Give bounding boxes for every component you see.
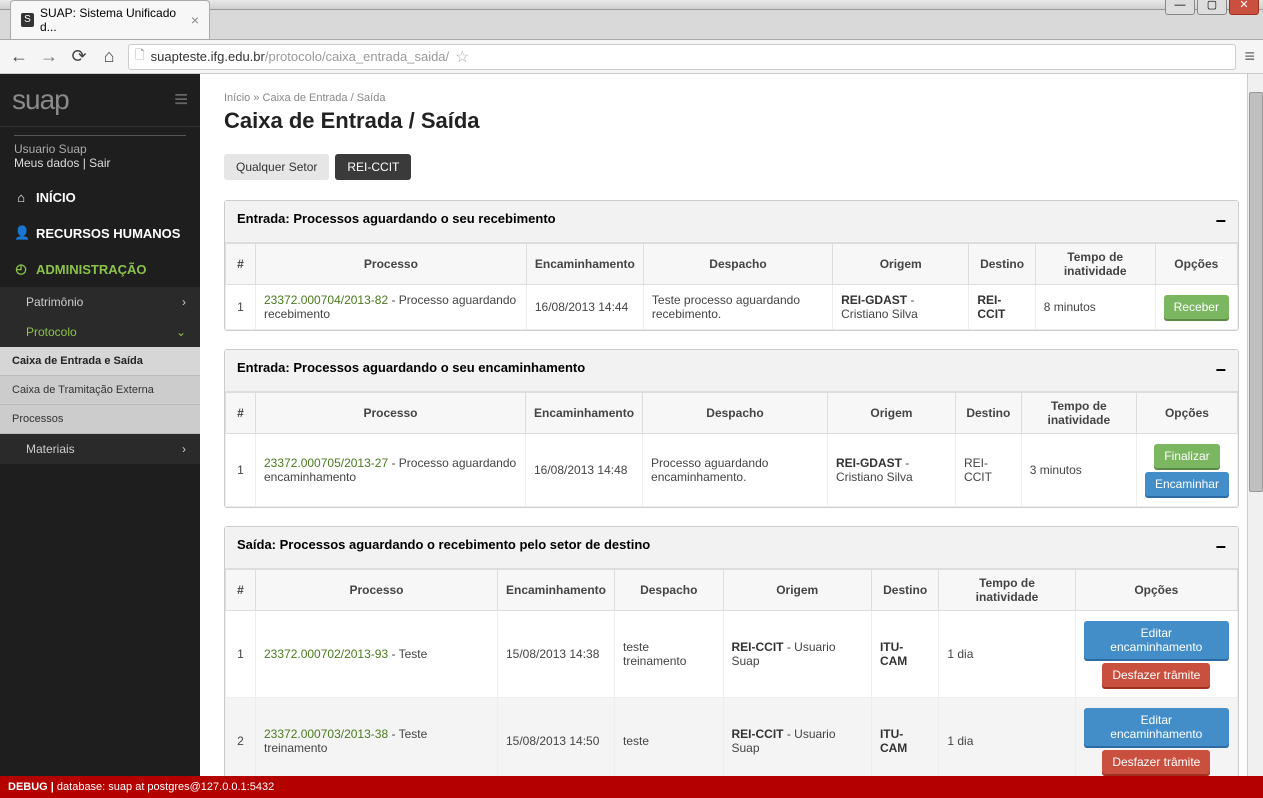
breadcrumb: Início » Caixa de Entrada / Saída [224,92,1239,104]
window-maximize-button[interactable]: ▢ [1197,0,1227,15]
processo-link[interactable]: 23372.000705/2013-27 [264,456,388,470]
page-title: Caixa de Entrada / Saída [224,108,1239,134]
tab-close-icon[interactable]: × [191,12,199,28]
subnav-protocolo[interactable]: Protocolo ⌄ [0,317,200,347]
nav-administracao[interactable]: ◴ ADMINISTRAÇÃO [0,251,200,287]
chevron-right-icon: › [182,442,186,456]
filter-rei-ccit[interactable]: REI-CCIT [335,154,411,180]
cell-encaminhamento: 16/08/2013 14:44 [526,285,643,330]
browser-tab[interactable]: S SUAP: Sistema Unificado d... × [10,0,210,39]
cell-despacho: Teste processo aguardando recebimento. [643,285,832,330]
page-icon: 🗋 [135,46,145,67]
url-bar[interactable]: 🗋 suapteste.ifg.edu.br/protocolo/caixa_e… [128,44,1236,70]
panel-collapse-icon[interactable]: − [1215,211,1226,232]
clock-icon: ◴ [14,261,28,277]
nav-recursos-humanos[interactable]: 👤 RECURSOS HUMANOS [0,215,200,251]
home-button[interactable]: ⌂ [98,46,120,67]
subnav-processos[interactable]: Processos [0,405,200,434]
meus-dados-link[interactable]: Meus dados [14,156,79,170]
panel-entrada-recebimento: Entrada: Processos aguardando o seu rece… [224,200,1239,331]
browser-tabstrip: S SUAP: Sistema Unificado d... × [0,10,1263,40]
col-despacho: Despacho [643,244,832,285]
user-icon: 👤 [14,225,28,241]
content-area: Início » Caixa de Entrada / Saída Caixa … [200,74,1263,776]
col-num: # [226,244,256,285]
panel-saida: Saída: Processos aguardando o recebiment… [224,526,1239,776]
finalizar-button[interactable]: Finalizar [1154,444,1219,468]
breadcrumb-current: Caixa de Entrada / Saída [263,92,386,104]
panel-entrada-encaminhamento: Entrada: Processos aguardando o seu enca… [224,349,1239,508]
panel-title: Saída: Processos aguardando o recebiment… [237,537,650,558]
window-close-button[interactable]: ✕ [1229,0,1259,15]
desfazer-tramite-button[interactable]: Desfazer trâmite [1102,750,1210,774]
user-box: Usuario Suap Meus dados | Sair [0,126,200,180]
home-icon: ⌂ [14,190,28,205]
user-name-label: Usuario Suap [14,142,186,156]
window-minimize-button[interactable]: — [1165,0,1195,15]
subnav-patrimonio[interactable]: Patrimônio › [0,287,200,317]
browser-toolbar: ← → ⟳ ⌂ 🗋 suapteste.ifg.edu.br/protocolo… [0,40,1263,74]
col-origem: Origem [833,244,969,285]
sair-link[interactable]: Sair [89,156,110,170]
table-row: 2 23372.000703/2013-38 - Teste treinamen… [226,698,1238,777]
panel-title: Entrada: Processos aguardando o seu rece… [237,211,556,232]
sidebar: suap ≡ Usuario Suap Meus dados | Sair ⌂ … [0,74,200,776]
col-encaminhamento: Encaminhamento [526,244,643,285]
table-row: 1 23372.000702/2013-93 - Teste 15/08/201… [226,611,1238,698]
editar-encaminhamento-button[interactable]: Editar encaminhamento [1084,621,1229,659]
app-logo: suap [12,84,69,116]
chevron-right-icon: › [182,295,186,309]
cell-tempo: 8 minutos [1035,285,1155,330]
scrollbar[interactable] [1247,74,1263,776]
chrome-menu-icon[interactable]: ≡ [1244,46,1255,67]
debug-bar: DEBUG | database: suap at postgres@127.0… [0,776,1263,798]
col-tempo: Tempo de inatividade [1035,244,1155,285]
col-destino: Destino [969,244,1035,285]
back-button[interactable]: ← [8,46,30,67]
subnav-materiais[interactable]: Materiais › [0,434,200,464]
col-opcoes: Opções [1155,244,1237,285]
processo-link[interactable]: 23372.000702/2013-93 [264,647,388,661]
breadcrumb-home-link[interactable]: Início [224,92,250,104]
scrollbar-thumb[interactable] [1249,92,1263,492]
bookmark-star-icon[interactable]: ☆ [455,47,469,67]
table-row: 1 23372.000704/2013-82 - Processo aguard… [226,285,1238,330]
cell-destino: REI-CCIT [977,293,1005,321]
subnav-caixa-entrada-saida[interactable]: Caixa de Entrada e Saída [0,347,200,376]
panel-title: Entrada: Processos aguardando o seu enca… [237,360,585,381]
editar-encaminhamento-button[interactable]: Editar encaminhamento [1084,708,1229,746]
receber-button[interactable]: Receber [1164,295,1229,319]
nav-inicio[interactable]: ⌂ INÍCIO [0,180,200,215]
panel-collapse-icon[interactable]: − [1215,360,1226,381]
url-text: suapteste.ifg.edu.br/protocolo/caixa_ent… [151,49,450,64]
desfazer-tramite-button[interactable]: Desfazer trâmite [1102,663,1210,687]
col-processo: Processo [256,244,527,285]
table-row: 1 23372.000705/2013-27 - Processo aguard… [226,434,1238,507]
subnav-tramitacao-externa[interactable]: Caixa de Tramitação Externa [0,376,200,405]
sidebar-toggle-icon[interactable]: ≡ [174,86,188,114]
filter-qualquer-setor[interactable]: Qualquer Setor [224,154,329,180]
tab-title: SUAP: Sistema Unificado d... [40,6,185,34]
encaminhar-button[interactable]: Encaminhar [1145,472,1229,496]
panel-collapse-icon[interactable]: − [1215,537,1226,558]
forward-button[interactable]: → [38,46,60,67]
favicon-icon: S [21,13,34,27]
row-number: 1 [226,285,256,330]
chevron-down-icon: ⌄ [176,325,186,339]
processo-link[interactable]: 23372.000704/2013-82 [264,293,388,307]
reload-button[interactable]: ⟳ [68,46,90,67]
processo-link[interactable]: 23372.000703/2013-38 [264,727,388,741]
